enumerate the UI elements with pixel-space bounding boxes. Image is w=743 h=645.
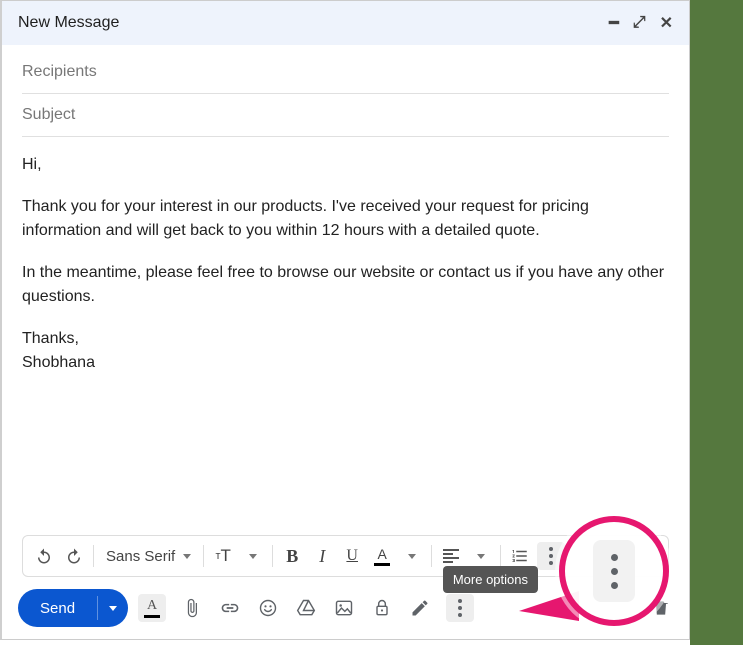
recipients-field[interactable]: Recipients (22, 51, 669, 94)
separator (431, 545, 432, 567)
body-signoff: Thanks, Shobhana (22, 327, 669, 375)
annotation-circle (559, 516, 669, 626)
subject-placeholder: Subject (22, 106, 75, 123)
link-icon (220, 598, 240, 618)
body-paragraph-1: Thank you for your interest in our produ… (22, 195, 669, 243)
insert-signature-button[interactable] (408, 596, 432, 620)
message-body[interactable]: Hi, Thank you for your interest in our p… (2, 137, 689, 535)
send-options-button[interactable] (98, 589, 128, 627)
font-size-dropdown[interactable] (240, 542, 266, 570)
numbered-list-icon (511, 547, 529, 565)
compose-title: New Message (18, 14, 119, 32)
confidential-mode-button[interactable] (370, 596, 394, 620)
align-left-icon (443, 549, 459, 563)
expand-icon[interactable]: ⤢ (633, 14, 646, 32)
send-group: Send (18, 589, 128, 627)
more-vert-icon (458, 599, 462, 617)
emoji-icon (258, 598, 278, 618)
body-paragraph-2: In the meantime, please feel free to bro… (22, 261, 669, 309)
caret-down-icon (109, 606, 117, 611)
separator (500, 545, 501, 567)
close-icon[interactable]: ✕ (660, 13, 673, 33)
recipients-placeholder: Recipients (22, 63, 97, 80)
insert-photo-button[interactable] (332, 596, 356, 620)
subject-field[interactable]: Subject (22, 94, 669, 137)
text-color-button[interactable]: A (369, 542, 395, 570)
caret-down-icon (183, 554, 191, 559)
image-icon (334, 598, 354, 618)
redo-button[interactable] (61, 542, 87, 570)
attach-button[interactable] (180, 596, 204, 620)
italic-button[interactable]: I (309, 542, 335, 570)
insert-drive-button[interactable] (294, 596, 318, 620)
text-color-dropdown[interactable] (399, 542, 425, 570)
undo-button[interactable] (31, 542, 57, 570)
format-a-icon: A (144, 598, 160, 618)
caret-down-icon (408, 554, 416, 559)
insert-emoji-button[interactable] (256, 596, 280, 620)
separator (203, 545, 204, 567)
underline-button[interactable]: U (339, 542, 365, 570)
bold-button[interactable]: B (279, 542, 305, 570)
separator (93, 545, 94, 567)
more-options-button[interactable] (446, 594, 474, 622)
pen-icon (410, 598, 430, 618)
minimize-icon[interactable]: ━ (609, 13, 619, 33)
font-size-button[interactable]: тT (210, 542, 236, 570)
caret-down-icon (477, 554, 485, 559)
more-options-zoom (593, 540, 635, 602)
compose-window: New Message ━ ⤢ ✕ Recipients Subject Hi,… (0, 0, 690, 640)
insert-link-button[interactable] (218, 596, 242, 620)
more-vert-icon (549, 547, 553, 565)
drive-icon (296, 598, 316, 618)
compose-header: New Message ━ ⤢ ✕ (2, 1, 689, 45)
undo-icon (35, 547, 53, 565)
tooltip-more-options: More options (443, 566, 538, 593)
formatting-options-button[interactable]: A (138, 594, 166, 622)
redo-icon (65, 547, 83, 565)
font-select[interactable]: Sans Serif (100, 548, 197, 565)
body-greeting: Hi, (22, 153, 669, 177)
lock-clock-icon (372, 598, 392, 618)
right-strip (690, 0, 743, 645)
send-button[interactable]: Send (18, 589, 97, 627)
separator (272, 545, 273, 567)
caret-down-icon (249, 554, 257, 559)
paperclip-icon (182, 598, 202, 618)
